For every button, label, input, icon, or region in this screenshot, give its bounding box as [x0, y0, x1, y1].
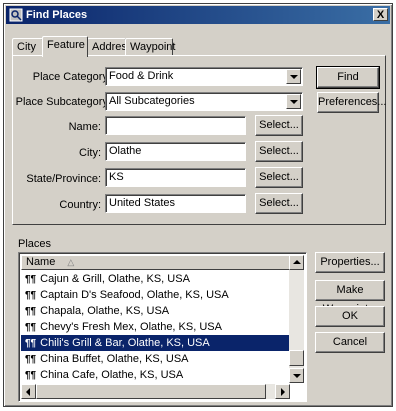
place-subcategory-value: All Subcategories [109, 95, 195, 107]
list-item[interactable]: ¶¶ Chapala, Olathe, KS, USA [21, 303, 292, 319]
tab-city[interactable]: City [12, 38, 43, 56]
tab-feature[interactable]: Feature [42, 36, 88, 57]
list-item[interactable]: ¶¶ China Buffet, Olathe, KS, USA [21, 351, 292, 367]
name-label: Name: [68, 121, 101, 133]
scroll-down-button[interactable] [289, 368, 304, 383]
fork-knife-icon: ¶¶ [25, 274, 37, 285]
vertical-scroll-thumb[interactable] [289, 350, 304, 366]
scroll-right-button[interactable] [275, 384, 290, 399]
name-input[interactable] [105, 116, 246, 135]
name-select-button[interactable]: Select... [255, 115, 303, 136]
city-input[interactable]: Olathe [105, 142, 246, 161]
fork-knife-icon: ¶¶ [25, 370, 37, 381]
place-category-select[interactable]: Food & Drink [105, 67, 303, 86]
place-subcategory-select[interactable]: All Subcategories [105, 92, 303, 111]
list-item[interactable]: ¶¶ Cajun & Grill, Olathe, KS, USA [21, 271, 292, 287]
fork-knife-icon: ¶¶ [25, 338, 37, 349]
chevron-down-icon[interactable] [286, 69, 301, 84]
scroll-left-button[interactable] [21, 384, 36, 399]
list-item[interactable]: ¶¶ China Cafe, Olathe, KS, USA [21, 367, 292, 383]
place-name: Cajun & Grill, Olathe, KS, USA [40, 273, 190, 285]
state-province-label: State/Province: [26, 173, 101, 185]
city-select-button[interactable]: Select... [255, 141, 303, 162]
cancel-button[interactable]: Cancel [315, 332, 385, 353]
state-select-button[interactable]: Select... [255, 167, 303, 188]
close-button[interactable]: X [373, 8, 388, 21]
sort-ascending-icon: △ [67, 257, 75, 267]
title-bar[interactable]: Find Places X [6, 6, 390, 24]
country-select-button[interactable]: Select... [255, 193, 303, 214]
places-label: Places [18, 238, 52, 250]
scroll-up-button[interactable] [289, 255, 304, 270]
name-column-header[interactable]: Name △ [21, 255, 292, 270]
tab-waypoint[interactable]: Waypoint [125, 38, 175, 56]
place-name: China Cafe, Olathe, KS, USA [40, 369, 184, 381]
place-name: Captain D's Seafood, Olathe, KS, USA [40, 289, 229, 301]
horizontal-scrollbar[interactable] [21, 384, 290, 399]
name-column-label: Name [26, 256, 56, 268]
find-places-dialog: Find Places X City Feature Address Waypo… [3, 3, 393, 407]
ok-button[interactable]: OK [315, 306, 385, 327]
state-province-input[interactable]: KS [105, 168, 246, 187]
places-list[interactable]: Name △ ¶¶ Cajun & Grill, Olathe, KS, USA ¶¶… [18, 252, 307, 402]
fork-knife-icon: ¶¶ [25, 354, 37, 365]
place-name: Chapala, Olathe, KS, USA [40, 305, 170, 317]
vertical-scrollbar[interactable] [289, 255, 304, 383]
list-item[interactable]: ¶¶ Captain D's Seafood, Olathe, KS, USA [21, 287, 292, 303]
properties-button[interactable]: Properties... [315, 252, 385, 273]
place-name: Chili's Grill & Bar, Olathe, KS, USA [40, 337, 210, 349]
window-title: Find Places [26, 9, 88, 21]
list-item[interactable]: ¶¶ Chevy's Fresh Mex, Olathe, KS, USA [21, 319, 292, 335]
city-label: City: [79, 147, 101, 159]
place-name: China Buffet, Olathe, KS, USA [40, 353, 189, 365]
place-category-label: Place Category: [32, 71, 111, 83]
preferences-button[interactable]: Preferences... [317, 92, 386, 113]
list-item[interactable]: ¶¶ Chili's Grill & Bar, Olathe, KS, USA [21, 335, 292, 351]
country-label: Country: [59, 199, 101, 211]
place-name: Chevy's Fresh Mex, Olathe, KS, USA [40, 321, 222, 333]
fork-knife-icon: ¶¶ [25, 306, 37, 317]
place-category-value: Food & Drink [109, 70, 174, 82]
chevron-down-icon[interactable] [286, 94, 301, 109]
find-button[interactable]: Find [316, 66, 380, 89]
find-places-app-icon [9, 8, 23, 22]
make-waypoint-button[interactable]: Make Waypoint... [315, 280, 385, 315]
tab-address[interactable]: Address [87, 38, 132, 56]
fork-knife-icon: ¶¶ [25, 290, 37, 301]
feature-panel: Place Category: Food & Drink Find Place … [12, 55, 386, 225]
fork-knife-icon: ¶¶ [25, 322, 37, 333]
country-input[interactable]: United States [105, 194, 246, 213]
places-rows: ¶¶ Cajun & Grill, Olathe, KS, USA ¶¶ Captai… [21, 271, 292, 399]
horizontal-scroll-thumb[interactable] [36, 384, 266, 399]
place-subcategory-label: Place Subcategory: [15, 96, 111, 108]
